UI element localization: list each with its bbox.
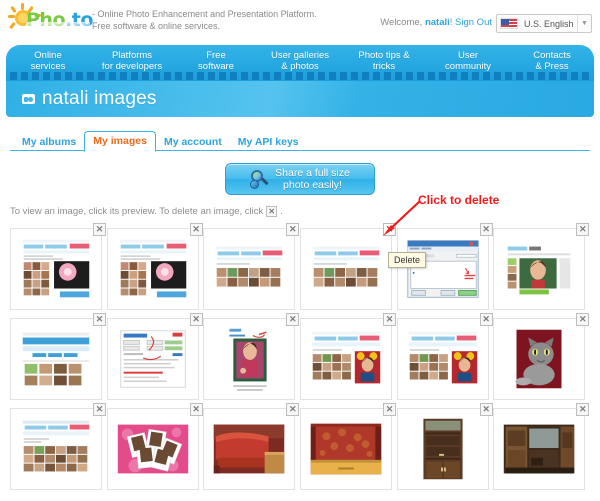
delete-thumbnail-button-15[interactable]: ✕ bbox=[286, 403, 300, 416]
delete-thumbnail-button-11[interactable]: ✕ bbox=[479, 313, 493, 326]
delete-x-icon: ✕ bbox=[266, 206, 278, 217]
delete-tooltip: Delete bbox=[388, 252, 427, 268]
thumbnail-preview-12[interactable] bbox=[494, 319, 585, 399]
thumbnail-card-18[interactable]: ✕ bbox=[493, 403, 590, 490]
thumbnail-card-16[interactable]: ✕ bbox=[299, 403, 396, 490]
share-button-label: Share a full size photo easily! bbox=[275, 167, 350, 191]
main-navigation: Online services Platforms for developers F… bbox=[6, 45, 594, 81]
welcome-prefix: Welcome, bbox=[380, 17, 423, 28]
welcome-suffix: ! bbox=[449, 17, 453, 28]
thumbnail-card-11[interactable]: ✕ bbox=[396, 313, 493, 400]
delete-thumbnail-button-16[interactable]: ✕ bbox=[382, 403, 396, 416]
thumbnail-card-1[interactable]: ✕ bbox=[10, 223, 106, 310]
thumbnail-preview-8[interactable] bbox=[107, 319, 198, 399]
thumbnail-card-9[interactable]: ✕ bbox=[203, 313, 300, 400]
thumbnail-card-7[interactable]: ✕ bbox=[10, 313, 106, 400]
sign-out-link[interactable]: Sign Out bbox=[455, 17, 492, 28]
thumbnail-preview-4[interactable] bbox=[300, 229, 391, 309]
nav-dashed-divider bbox=[10, 72, 590, 80]
welcome-bar: Welcome, natali! Sign Out bbox=[380, 17, 492, 28]
magnifier-globe-icon bbox=[250, 169, 270, 189]
thumbnail-preview-7[interactable] bbox=[11, 319, 101, 399]
thumbnail-card-13[interactable]: ✕ bbox=[10, 403, 106, 490]
delete-thumbnail-button-13[interactable]: ✕ bbox=[93, 403, 106, 416]
instructions-text-after: . bbox=[280, 206, 283, 217]
thumbnail-card-5[interactable]: ✕ bbox=[396, 223, 493, 310]
nav-list: Online services Platforms for developers F… bbox=[6, 45, 594, 75]
thumbnail-card-3[interactable]: ✕ bbox=[203, 223, 300, 310]
instructions-text: To view an image, click its preview. To … bbox=[10, 206, 600, 217]
thumbnail-preview-13[interactable] bbox=[11, 409, 101, 489]
nav-item-contacts-press[interactable]: Contacts & Press bbox=[510, 45, 594, 75]
thumbnail-card-17[interactable]: ✕ bbox=[396, 403, 493, 490]
instructions-text-before: To view an image, click its preview. To … bbox=[10, 206, 264, 217]
annotation-arrow-icon bbox=[383, 200, 421, 236]
delete-thumbnail-button-5[interactable]: ✕ bbox=[479, 223, 493, 236]
nav-item-user-community[interactable]: User community bbox=[426, 45, 510, 75]
share-button-row: Share a full size photo easily! bbox=[0, 163, 600, 195]
logo-wordmark: Pho.to bbox=[26, 9, 93, 31]
thumbnail-card-14[interactable]: ✕ bbox=[106, 403, 203, 490]
thumbnail-preview-17[interactable] bbox=[397, 409, 488, 489]
nav-item-platforms-for-developers[interactable]: Platforms for developers bbox=[90, 45, 174, 75]
delete-thumbnail-button-12[interactable]: ✕ bbox=[576, 313, 590, 326]
nav-item-free-software[interactable]: Free software bbox=[174, 45, 258, 75]
site-tagline: - Online Photo Enhancement and Presentat… bbox=[92, 9, 317, 31]
share-full-size-photo-button[interactable]: Share a full size photo easily! bbox=[225, 163, 375, 195]
delete-thumbnail-button-7[interactable]: ✕ bbox=[93, 313, 106, 326]
nav-item-photo-tips-tricks[interactable]: Photo tips & tricks bbox=[342, 45, 426, 75]
thumbnail-preview-16[interactable] bbox=[300, 409, 391, 489]
site-logo[interactable]: Pho.to bbox=[8, 3, 93, 37]
thumbnail-card-10[interactable]: ✕ bbox=[299, 313, 396, 400]
chevron-down-icon[interactable]: ▼ bbox=[577, 15, 591, 32]
language-selector[interactable]: U.S. English ▼ bbox=[496, 14, 592, 33]
delete-thumbnail-button-1[interactable]: ✕ bbox=[93, 223, 106, 236]
annotation-label: Click to delete bbox=[418, 193, 500, 207]
thumbnail-preview-3[interactable] bbox=[204, 229, 295, 309]
delete-thumbnail-button-17[interactable]: ✕ bbox=[479, 403, 493, 416]
thumbnail-preview-5[interactable] bbox=[397, 229, 488, 309]
account-tabs: My albums My images My account My API ke… bbox=[10, 129, 590, 152]
delete-thumbnail-button-10[interactable]: ✕ bbox=[382, 313, 396, 326]
tab-my-albums[interactable]: My albums bbox=[14, 133, 84, 152]
thumbnail-preview-1[interactable] bbox=[11, 229, 101, 309]
image-grid: ✕ ✕ ✕ ✕ ✕ ✕ ✕ ✕ ✕ ✕ ✕ ✕ ✕ ✕ ✕ ✕ ✕ bbox=[10, 223, 590, 498]
delete-thumbnail-button-2[interactable]: ✕ bbox=[189, 223, 203, 236]
thumbnail-preview-9[interactable] bbox=[204, 319, 295, 399]
nav-item-user-galleries-photos[interactable]: User galleries & photos bbox=[258, 45, 342, 75]
language-label: U.S. English bbox=[524, 18, 574, 29]
thumbnail-card-4[interactable]: ✕ bbox=[299, 223, 396, 310]
delete-thumbnail-button-9[interactable]: ✕ bbox=[286, 313, 300, 326]
nav-item-online-services[interactable]: Online services bbox=[6, 45, 90, 75]
tab-my-images[interactable]: My images bbox=[84, 131, 156, 152]
delete-thumbnail-button-14[interactable]: ✕ bbox=[189, 403, 203, 416]
thumbnail-preview-15[interactable] bbox=[204, 409, 295, 489]
site-header: Pho.to - Online Photo Enhancement and Pr… bbox=[0, 0, 600, 45]
thumbnail-card-12[interactable]: ✕ bbox=[493, 313, 590, 400]
us-flag-icon bbox=[500, 18, 518, 29]
camera-icon bbox=[22, 94, 35, 104]
thumbnail-preview-18[interactable] bbox=[494, 409, 585, 489]
page-title-banner: natali images bbox=[6, 81, 594, 117]
delete-thumbnail-button-8[interactable]: ✕ bbox=[189, 313, 203, 326]
username-link[interactable]: natali bbox=[425, 17, 450, 28]
thumbnail-preview-6[interactable] bbox=[494, 229, 585, 309]
thumbnail-card-6[interactable]: ✕ bbox=[493, 223, 590, 310]
page-title: natali images bbox=[42, 88, 157, 109]
tab-my-account[interactable]: My account bbox=[156, 133, 230, 152]
thumbnail-preview-14[interactable] bbox=[107, 409, 198, 489]
thumbnail-card-2[interactable]: ✕ bbox=[106, 223, 203, 310]
delete-thumbnail-button-3[interactable]: ✕ bbox=[286, 223, 300, 236]
thumbnail-preview-2[interactable] bbox=[107, 229, 198, 309]
delete-thumbnail-button-18[interactable]: ✕ bbox=[576, 403, 590, 416]
thumbnail-preview-10[interactable] bbox=[300, 319, 391, 399]
thumbnail-card-8[interactable]: ✕ bbox=[106, 313, 203, 400]
thumbnail-preview-11[interactable] bbox=[397, 319, 488, 399]
thumbnail-card-15[interactable]: ✕ bbox=[203, 403, 300, 490]
tab-my-api-keys[interactable]: My API keys bbox=[230, 133, 307, 152]
delete-thumbnail-button-6[interactable]: ✕ bbox=[576, 223, 590, 236]
